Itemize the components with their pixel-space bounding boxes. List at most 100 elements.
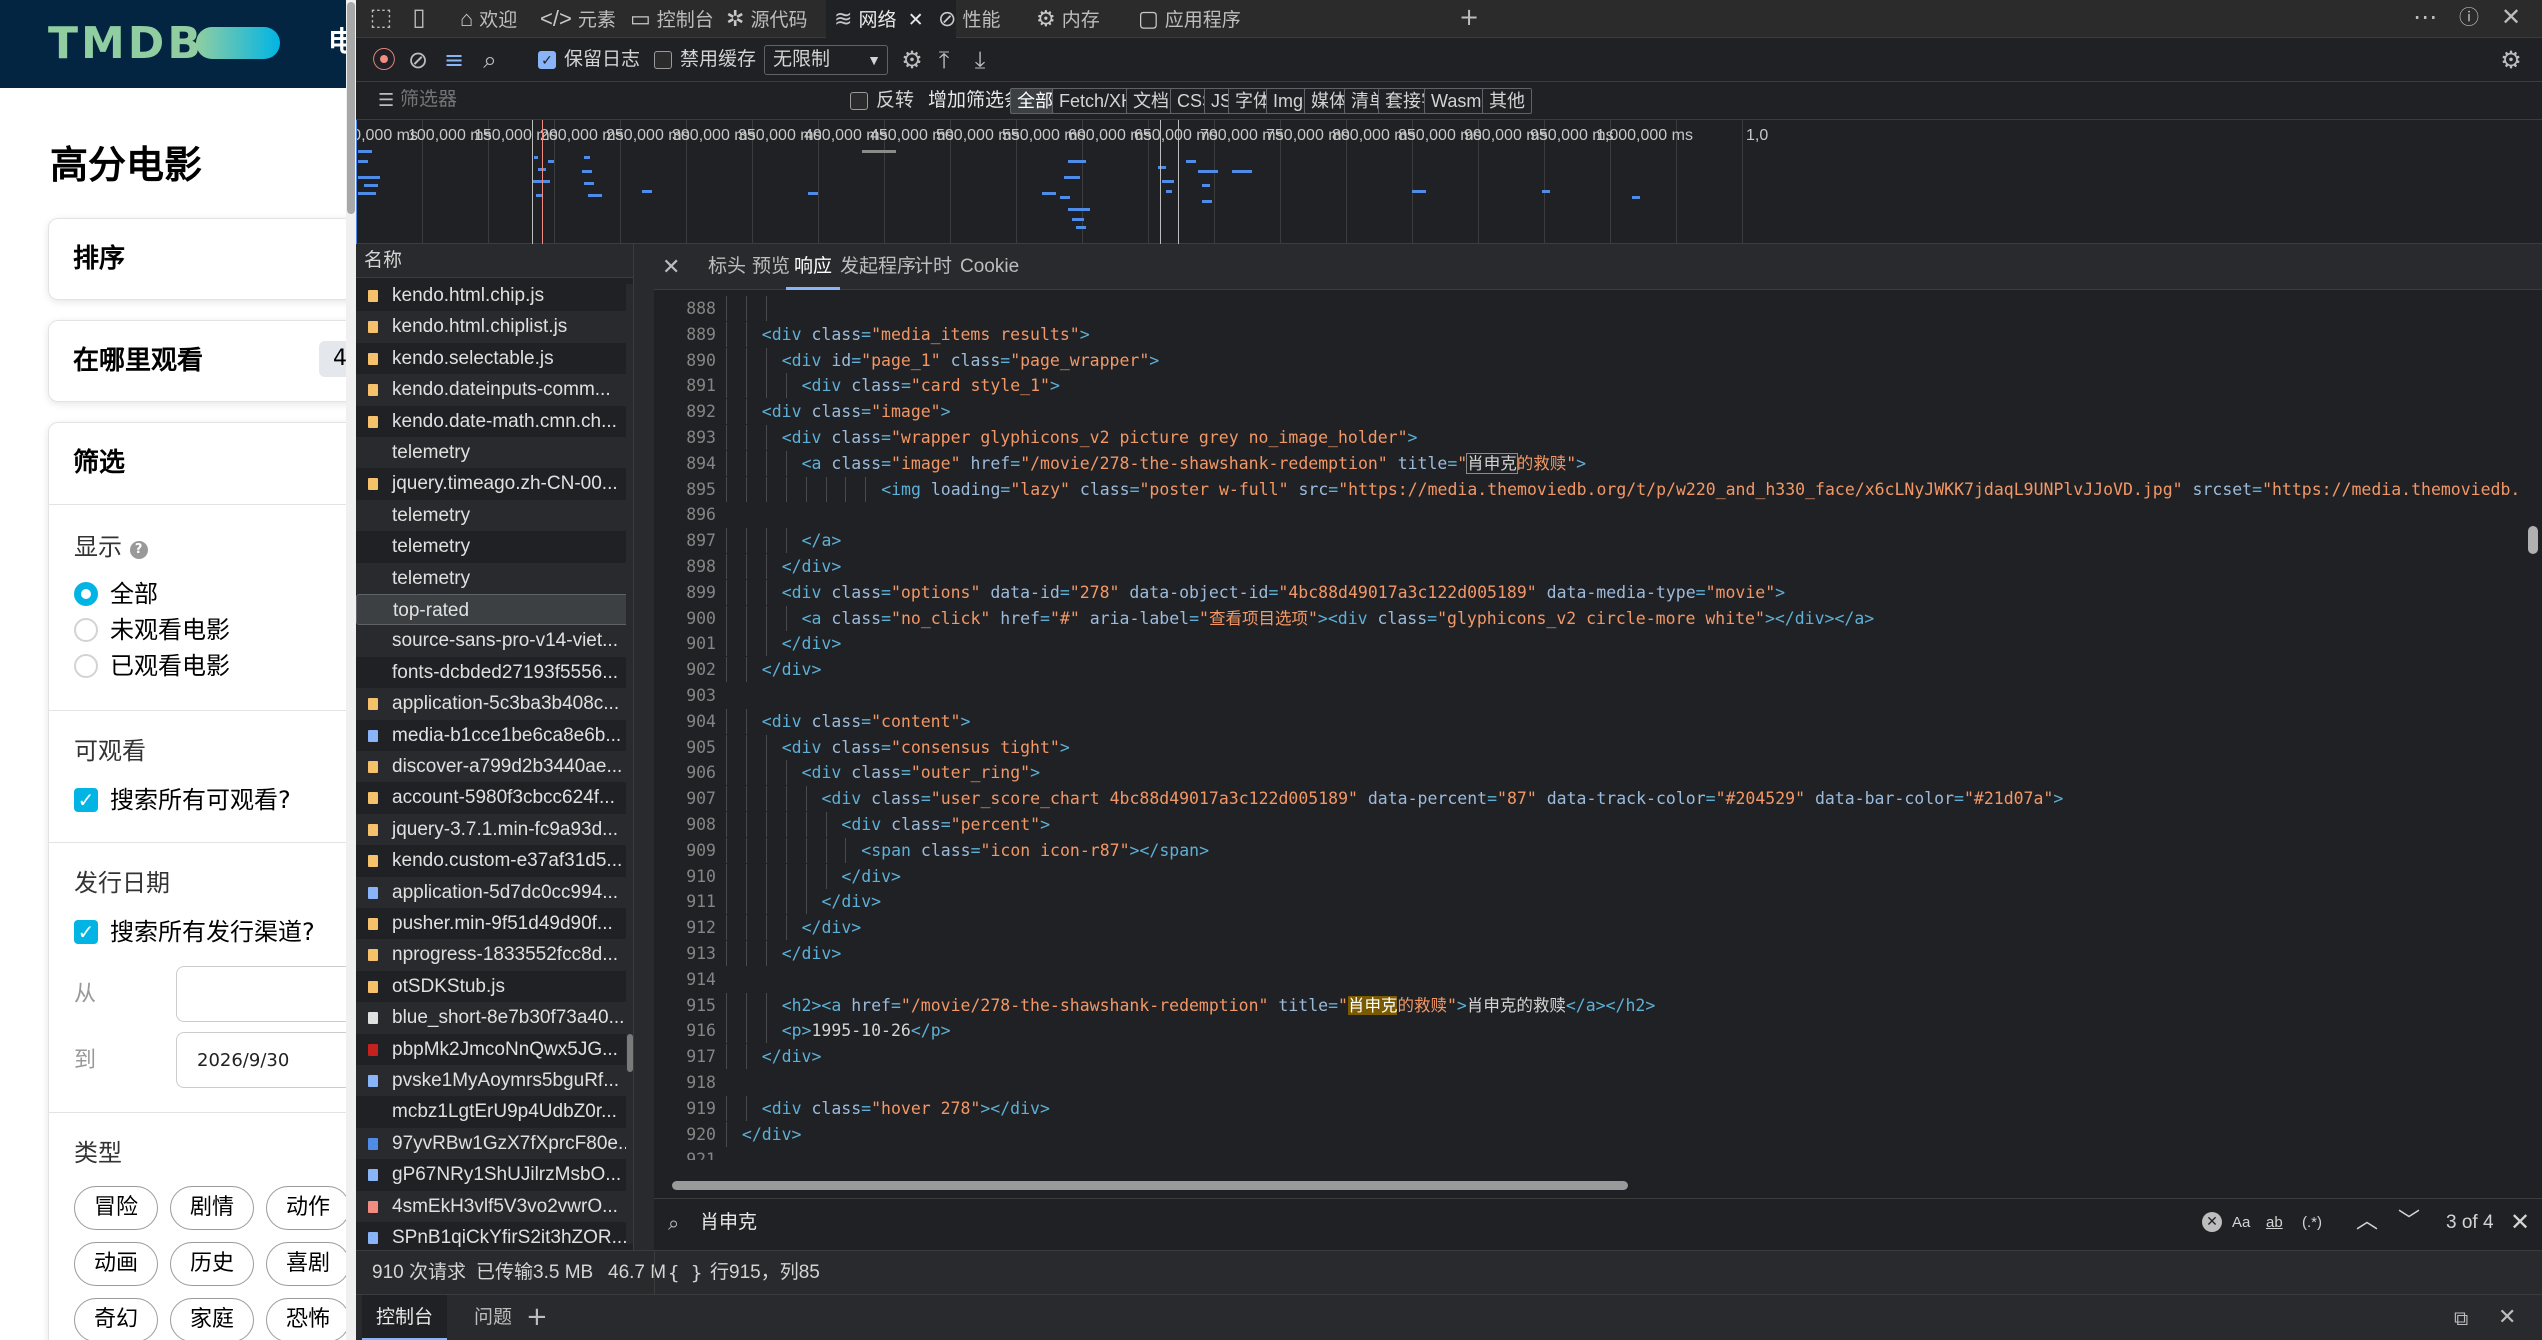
genre-chip[interactable]: 家庭 (170, 1298, 254, 1340)
request-row[interactable]: telemetry (356, 562, 633, 594)
request-row[interactable]: discover-a799d2b3440ae... (356, 751, 633, 783)
genre-chip[interactable]: 冒险 (74, 1186, 158, 1230)
code-hscrollbar[interactable] (670, 1178, 2510, 1192)
request-row[interactable]: jquery-3.7.1.min-fc9a93d... (356, 813, 633, 846)
code-vscrollbar[interactable] (2526, 290, 2540, 1160)
where-to-watch-panel[interactable]: 在哪里观看 4 (48, 320, 356, 402)
genre-chip[interactable]: 动作 (266, 1186, 350, 1230)
code-hscrollbar-thumb[interactable] (672, 1181, 1628, 1190)
close-tab-icon[interactable]: ✕ (902, 10, 924, 31)
close-detail-icon[interactable]: ✕ (662, 244, 686, 290)
device-toolbar-icon[interactable]: ▯ (404, 2, 434, 32)
request-row[interactable]: kendo.custom-e37af31d5... (356, 845, 633, 876)
filter-type-button[interactable]: 其他 (1482, 88, 1532, 114)
tab-6[interactable]: ⚙ 内存 (1028, 0, 1124, 38)
to-date-field[interactable]: 2026/9/30 (176, 1032, 356, 1088)
request-row[interactable]: kendo.date-math.cmn.ch... (356, 406, 633, 437)
request-row[interactable]: telemetry (356, 499, 633, 532)
page-scrollbar[interactable] (346, 0, 356, 1340)
response-tab[interactable]: Cookie (960, 244, 1019, 290)
regex-toggle[interactable]: (.*) (2302, 1211, 2322, 1235)
tab-1[interactable]: </> 元素 (532, 0, 616, 38)
import-har-icon[interactable]: ⤒ (930, 45, 958, 75)
tab-5[interactable]: ⊘ 性能 (930, 0, 1022, 38)
request-row[interactable]: 4smEkH3vlf5V3vo2vwrO... (356, 1190, 633, 1222)
clear-search-icon[interactable]: ✕ (2202, 1212, 2222, 1232)
tab-0[interactable]: ⌂ 欢迎 (452, 0, 524, 38)
genre-chip[interactable]: 喜剧 (266, 1242, 350, 1286)
request-row[interactable]: jquery.timeago.zh-CN-00... (356, 468, 633, 499)
request-row[interactable]: pvske1MyAoymrs5bguRf... (356, 1065, 633, 1097)
tmdb-logo[interactable]: TMDB (48, 18, 204, 70)
search-input[interactable]: 肖申克 (700, 1211, 757, 1235)
export-har-icon[interactable]: ⤓ (966, 45, 994, 75)
help-icon[interactable]: ? (129, 541, 148, 559)
request-row[interactable]: SPnB1qiCkYfirS2it3hZOR... (356, 1222, 633, 1250)
settings-gear-icon[interactable]: ⚙ (2496, 45, 2526, 75)
request-row[interactable]: 97yvRBw1GzX7fXprcF80e... (356, 1127, 633, 1160)
response-tab[interactable]: 预览 (752, 244, 790, 290)
request-row[interactable]: gP67NRy1ShUJilrzMsbO... (356, 1159, 633, 1190)
genre-chip[interactable]: 剧情 (170, 1186, 254, 1230)
sort-panel[interactable]: 排序 (48, 218, 356, 300)
record-icon[interactable]: ⦿ (370, 45, 398, 75)
network-conditions-icon[interactable]: ⚙ (898, 45, 926, 75)
previous-match-icon[interactable]: ︿ (2356, 1207, 2378, 1237)
request-row[interactable]: application-5d7dc0cc994... (356, 876, 633, 908)
request-row[interactable]: mcbz1LgtErU9p4UdbZ0r... (356, 1096, 633, 1127)
request-row[interactable]: nprogress-1833552fcc8d... (356, 939, 633, 971)
help-icon[interactable]: ⓘ (2454, 2, 2484, 32)
page-scrollbar-thumb[interactable] (347, 2, 355, 214)
request-row[interactable]: kendo.html.chiplist.js (356, 311, 633, 343)
close-search-icon[interactable]: ✕ (2510, 1207, 2530, 1237)
response-code[interactable]: 888 889 <div class="media_items results"> 8… (654, 290, 2524, 1160)
genre-chip[interactable]: 恐怖 (266, 1298, 350, 1340)
request-row[interactable]: blue_short-8e7b30f73a40... (356, 1002, 633, 1034)
radio-unwatched[interactable] (74, 618, 98, 642)
request-row[interactable]: kendo.dateinputs-comm... (356, 374, 633, 406)
radio-all[interactable] (74, 582, 98, 606)
close-devtools-icon[interactable]: ✕ (2496, 2, 2526, 32)
response-tab[interactable]: 标头 (708, 244, 746, 290)
filter-type-button[interactable]: 文档 (1126, 88, 1176, 114)
request-row[interactable]: telemetry (356, 531, 633, 562)
request-list-scrollbar-thumb[interactable] (627, 1034, 633, 1072)
request-list-scrollbar[interactable] (626, 284, 633, 1244)
request-row[interactable]: source-sans-pro-v14-viet... (356, 625, 633, 657)
from-date-field[interactable] (176, 966, 356, 1022)
request-row[interactable]: fonts-dcbded27193f5556... (356, 657, 633, 688)
release-checkbox[interactable]: ✓ (74, 920, 98, 944)
tab-2[interactable]: ▭ 控制台 (622, 0, 714, 38)
radio-watched[interactable] (74, 654, 98, 678)
request-row[interactable]: application-5c3ba3b408c... (356, 688, 633, 720)
response-tab[interactable]: 计时 (914, 244, 952, 290)
genre-chip[interactable]: 历史 (170, 1242, 254, 1286)
request-row[interactable]: top-rated (356, 594, 633, 626)
drawer-tab-issues[interactable]: 问题 (464, 1295, 522, 1340)
drawer-tab-console[interactable]: 控制台 (362, 1295, 448, 1340)
request-row[interactable]: kendo.html.chip.js (356, 280, 633, 311)
dock-icon[interactable]: ⧉ (2454, 1305, 2468, 1331)
add-drawer-tab-icon[interactable]: + (526, 1301, 548, 1333)
preserve-log-checkbox[interactable]: ✓ (538, 51, 556, 69)
clear-icon[interactable]: ⊘ (404, 45, 432, 75)
request-row[interactable]: otSDKStub.js (356, 971, 633, 1002)
request-row[interactable]: pbpMk2JmcoNnQwx5JG... (356, 1034, 633, 1065)
request-row[interactable]: account-5980f3cbcc624f... (356, 782, 633, 813)
availability-checkbox[interactable]: ✓ (74, 788, 98, 812)
genre-chip[interactable]: 动画 (74, 1242, 158, 1286)
genre-chip[interactable]: 奇幻 (74, 1298, 158, 1340)
throttle-select[interactable]: 无限制 ▼ (764, 45, 888, 75)
response-tab[interactable]: 发起程序 (840, 244, 916, 290)
disable-cache-checkbox[interactable] (654, 51, 672, 69)
request-row[interactable]: pusher.min-9f51d49d90f... (356, 908, 633, 939)
match-case-toggle[interactable]: Aa (2232, 1211, 2250, 1235)
add-tab-icon[interactable]: + (1454, 2, 1484, 32)
close-drawer-icon[interactable]: ✕ (2498, 1305, 2516, 1331)
code-vscrollbar-thumb[interactable] (2528, 526, 2538, 554)
network-timeline[interactable]: 50,000 ms100,000 ms150,000 ms200,000 ms2… (356, 120, 2542, 244)
filter-type-button[interactable]: Wasm (1424, 88, 1489, 114)
tab-7[interactable]: ▢ 应用程序 (1130, 0, 1248, 38)
tab-3[interactable]: ✲ 源代码 (718, 0, 820, 38)
request-row[interactable]: media-b1cce1be6ca8e6b... (356, 720, 633, 751)
